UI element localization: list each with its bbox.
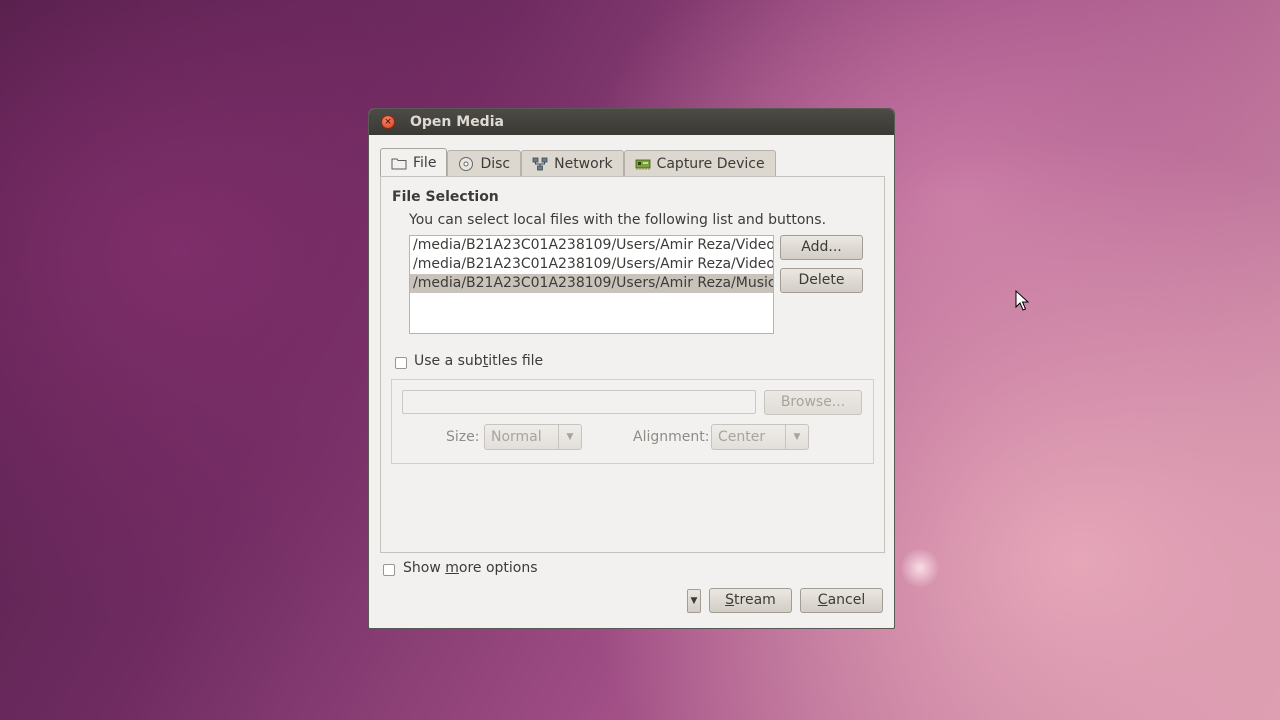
file-selection-title: File Selection — [392, 189, 499, 205]
mouse-pointer-icon — [1015, 290, 1029, 311]
disc-icon — [459, 156, 474, 171]
stream-dropdown-button[interactable]: ▼ — [687, 589, 701, 613]
chevron-down-icon: ▼ — [558, 425, 581, 449]
tab-bar: File Disc Network Capture Device — [380, 148, 776, 176]
list-item[interactable]: /media/B21A23C01A238109/Users/Amir Reza/… — [410, 255, 773, 274]
file-tab-panel: File Selection You can select local file… — [380, 176, 885, 553]
file-list[interactable]: /media/B21A23C01A238109/Users/Amir Reza/… — [409, 235, 774, 334]
tab-file[interactable]: File — [380, 148, 448, 176]
open-media-dialog: × Open Media File Disc Network Capture D… — [368, 108, 895, 629]
alignment-label: Alignment: — [633, 429, 710, 445]
tab-capture-device[interactable]: Capture Device — [623, 150, 776, 176]
alignment-select[interactable]: Center ▼ — [711, 424, 809, 450]
add-button[interactable]: Add... — [780, 235, 863, 260]
tab-disc-label: Disc — [480, 155, 511, 172]
list-item[interactable]: /media/B21A23C01A238109/Users/Amir Reza/… — [410, 236, 773, 255]
more-options-checkbox[interactable] — [383, 564, 395, 576]
more-options-label: Show more options — [403, 560, 538, 576]
network-icon — [532, 157, 548, 170]
tab-file-label: File — [413, 154, 437, 171]
chevron-down-icon: ▼ — [785, 425, 808, 449]
subtitles-checkbox[interactable] — [395, 357, 407, 369]
size-label: Size: — [446, 429, 480, 445]
subtitles-path-input[interactable] — [402, 390, 756, 414]
dialog-title: Open Media — [410, 114, 504, 130]
cancel-button[interactable]: Cancel — [800, 588, 883, 613]
title-bar[interactable]: × Open Media — [369, 109, 894, 135]
subtitles-options-panel: Browse... Size: Normal ▼ Alignment: Cent… — [391, 379, 874, 464]
size-select-value: Normal — [491, 429, 542, 445]
close-icon[interactable]: × — [381, 115, 395, 129]
capture-card-icon — [635, 159, 650, 170]
delete-button[interactable]: Delete — [780, 268, 863, 293]
browse-button[interactable]: Browse... — [764, 390, 862, 415]
stream-button[interactable]: Stream — [709, 588, 792, 613]
subtitles-checkbox-label: Use a subtitles file — [414, 353, 544, 369]
tab-network-label: Network — [554, 155, 613, 172]
folder-icon — [391, 158, 407, 169]
tab-capture-device-label: Capture Device — [656, 155, 765, 172]
file-selection-description: You can select local files with the foll… — [409, 212, 827, 228]
tab-disc[interactable]: Disc — [447, 150, 522, 176]
light-glow — [900, 548, 940, 588]
alignment-select-value: Center — [718, 429, 766, 445]
size-select[interactable]: Normal ▼ — [484, 424, 582, 450]
list-item[interactable]: /media/B21A23C01A238109/Users/Amir Reza/… — [410, 274, 773, 293]
tab-network[interactable]: Network — [521, 150, 624, 176]
chevron-down-icon: ▼ — [690, 596, 698, 606]
